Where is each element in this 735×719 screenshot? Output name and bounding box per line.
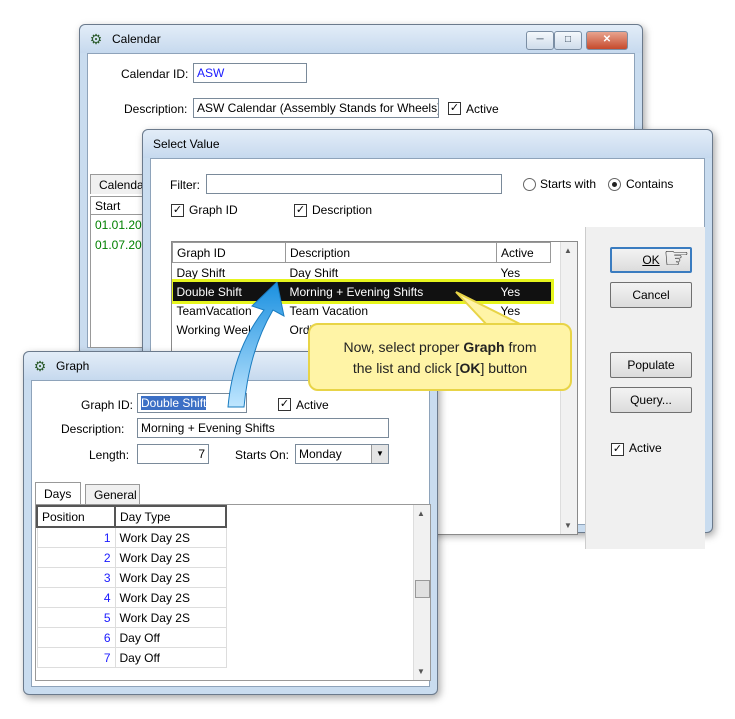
graph-list-header: Graph ID Description Active — [172, 242, 551, 263]
calendar-title: Calendar — [112, 32, 161, 46]
col-day-type[interactable]: Day Type — [114, 505, 227, 528]
days-table: Position Day Type 1 Work Day 2S 2 Work Day… — [36, 505, 227, 668]
position-cell: 4 — [36, 587, 116, 608]
close-icon[interactable]: ✕ — [586, 31, 628, 50]
graph-id-checkbox[interactable]: ✓ — [171, 204, 184, 217]
callout-line-1: Now, select proper Graph from — [343, 339, 537, 355]
graph-description-field[interactable]: Morning + Evening Shifts — [137, 418, 389, 438]
instruction-callout: Now, select proper Graph from the list a… — [308, 323, 572, 391]
graph-active-label: Active — [296, 398, 329, 412]
graph-title: Graph — [56, 359, 90, 373]
tab-days[interactable]: Days — [35, 482, 81, 504]
chevron-down-icon[interactable]: ▼ — [371, 445, 388, 463]
graph-client: Graph ID: Double Shift ✓ Active Descript… — [31, 380, 431, 687]
description-check-label: Description — [312, 203, 373, 217]
cancel-button[interactable]: Cancel — [610, 282, 692, 308]
contains-radio[interactable] — [608, 178, 621, 191]
scroll-down-icon[interactable]: ▼ — [564, 521, 572, 530]
day-type-cell: Work Day 2S — [114, 607, 227, 628]
table-row[interactable]: 6 Day Off — [36, 627, 227, 648]
table-row[interactable]: 7 Day Off — [36, 647, 227, 668]
list-item-active: Yes — [500, 265, 521, 280]
day-type-cell: Work Day 2S — [114, 587, 227, 608]
col-active[interactable]: Active — [496, 242, 551, 263]
list-item[interactable]: Day Shift Day Shift Yes — [173, 263, 551, 283]
calendar-description-field[interactable]: ASW Calendar (Assembly Stands for Wheels… — [193, 98, 439, 118]
select-title: Select Value — [153, 137, 220, 151]
table-row[interactable]: 2 Work Day 2S — [36, 547, 227, 568]
starts-with-label: Starts with — [540, 177, 597, 191]
graph-starts-on-value: Monday — [299, 447, 342, 461]
maximize-icon[interactable]: □ — [554, 31, 582, 50]
table-row[interactable]: 4 Work Day 2S — [36, 587, 227, 608]
calendar-active-label: Active — [466, 102, 499, 116]
calendar-active-checkbox[interactable]: ✓ — [448, 102, 461, 115]
minimize-icon[interactable]: ─ — [526, 31, 554, 50]
list-item-id: Day Shift — [176, 265, 226, 280]
col-description[interactable]: Description — [285, 242, 497, 263]
table-row[interactable]: 1 Work Day 2S — [36, 526, 227, 548]
graph-id-value: Double Shift — [141, 396, 207, 410]
graph-description-label: Description: — [61, 422, 125, 436]
days-header: Position Day Type — [36, 505, 227, 528]
position-cell: 1 — [36, 526, 116, 548]
scroll-up-icon[interactable]: ▲ — [417, 509, 425, 518]
calendar-titlebar[interactable]: ⚙ Calendar ─ □ ✕ — [80, 25, 642, 53]
graph-length-field[interactable]: 7 — [137, 444, 209, 464]
curved-arrow-icon — [227, 282, 285, 408]
position-cell: 5 — [36, 607, 116, 628]
day-type-cell: Work Day 2S — [114, 547, 227, 568]
description-checkbox[interactable]: ✓ — [294, 204, 307, 217]
col-position[interactable]: Position — [36, 505, 116, 528]
calendar-tab[interactable]: Calendar — [90, 174, 150, 194]
position-cell: 3 — [36, 567, 116, 588]
scroll-up-icon[interactable]: ▲ — [564, 246, 572, 255]
table-row[interactable]: 3 Work Day 2S — [36, 567, 227, 588]
filter-input[interactable] — [206, 174, 502, 194]
day-type-cell: Work Day 2S — [114, 567, 227, 588]
starts-with-radio[interactable] — [523, 178, 536, 191]
days-panel: Position Day Type 1 Work Day 2S 2 Work Day… — [35, 504, 431, 681]
list-item-desc: Day Shift — [289, 265, 339, 280]
graph-length-label: Length: — [89, 448, 130, 462]
position-cell: 7 — [36, 647, 116, 668]
position-cell: 6 — [36, 627, 116, 648]
position-cell: 2 — [36, 547, 116, 568]
day-type-cell: Work Day 2S — [114, 526, 227, 548]
table-row[interactable]: 5 Work Day 2S — [36, 607, 227, 628]
select-titlebar[interactable]: Select Value — [143, 130, 712, 158]
calendar-id-field[interactable]: ASW — [193, 63, 307, 83]
graph-id-label: Graph ID: — [81, 398, 134, 412]
graph-starts-on-select[interactable]: Monday ▼ — [295, 444, 389, 464]
button-panel: OK Cancel Populate Query... ✓ Active — [585, 227, 705, 549]
hand-pointer-icon: ☞ — [663, 242, 690, 275]
calendar-description-label: Description: — [124, 102, 188, 116]
scroll-down-icon[interactable]: ▼ — [417, 667, 425, 676]
day-type-cell: Day Off — [114, 627, 227, 648]
query-button[interactable]: Query... — [610, 387, 692, 413]
day-type-cell: Day Off — [114, 647, 227, 668]
select-active-checkbox[interactable]: ✓ — [611, 443, 624, 456]
col-graph-id[interactable]: Graph ID — [172, 242, 286, 263]
tab-general[interactable]: General — [85, 484, 140, 504]
scroll-thumb[interactable] — [415, 580, 430, 598]
populate-button[interactable]: Populate — [610, 352, 692, 378]
gear-icon: ⚙ — [33, 358, 47, 374]
calendar-id-label: Calendar ID: — [121, 67, 189, 81]
gear-icon: ⚙ — [89, 31, 103, 47]
callout-line-2: the list and click [OK] button — [352, 360, 528, 376]
select-active-label: Active — [629, 441, 662, 455]
filter-label: Filter: — [170, 178, 200, 192]
graph-starts-on-label: Starts On: — [235, 448, 290, 462]
days-scrollbar[interactable]: ▲ ▼ — [413, 505, 430, 680]
graph-id-check-label: Graph ID — [189, 203, 238, 217]
contains-label: Contains — [626, 177, 674, 191]
